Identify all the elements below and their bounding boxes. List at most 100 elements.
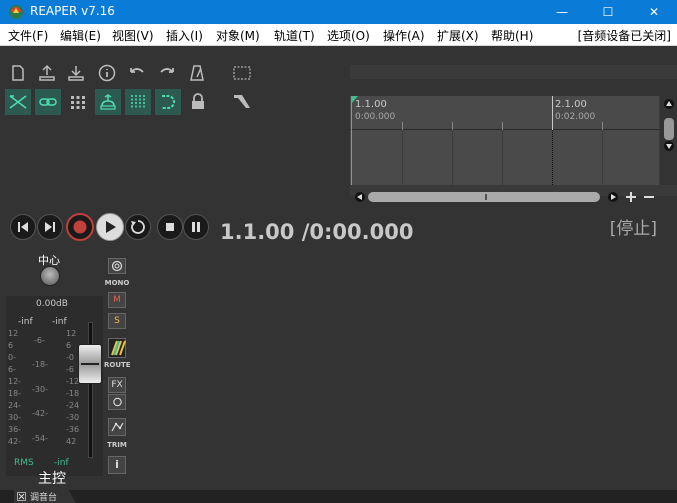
skip-back-icon bbox=[18, 222, 28, 232]
mixer-docker-tab[interactable]: 调音台 bbox=[14, 490, 76, 503]
right-peak-readout[interactable]: -inf bbox=[52, 317, 67, 327]
meter-scale: 42 bbox=[66, 437, 77, 446]
stop-icon bbox=[166, 223, 174, 231]
close-icon[interactable] bbox=[17, 492, 26, 501]
repeat-button[interactable] bbox=[125, 214, 151, 240]
docker-bar: 调音台 bbox=[0, 490, 677, 503]
meter-scale: -30- bbox=[32, 385, 48, 394]
crossfade-icon bbox=[9, 95, 27, 109]
menu-item-object[interactable]: 对象(M) bbox=[216, 27, 260, 44]
meter-scale: -6- bbox=[34, 336, 45, 345]
item-grouping-button[interactable] bbox=[35, 89, 61, 115]
pan-knob[interactable] bbox=[40, 266, 60, 286]
menu-options[interactable]: 选项(O) bbox=[327, 27, 370, 44]
new-project-button[interactable] bbox=[5, 60, 31, 86]
menu-view[interactable]: 视图(V) bbox=[112, 27, 154, 44]
redo-button[interactable] bbox=[154, 60, 180, 86]
go-to-start-button[interactable] bbox=[10, 214, 36, 240]
reaper-logo-icon bbox=[9, 5, 23, 19]
ripple-icon bbox=[100, 94, 116, 110]
meter-scale: 12 bbox=[66, 329, 77, 338]
meter-scale: 0- bbox=[8, 353, 16, 362]
menu-actions[interactable]: 操作(A) bbox=[383, 27, 425, 44]
volume-fader-track[interactable] bbox=[88, 322, 93, 458]
meter-scale: -36 bbox=[66, 425, 80, 434]
mixer-panel: 中心 0.00dB -inf -inf 12 6 0- 6- 12- 18- 2… bbox=[0, 248, 677, 490]
edit-cursor bbox=[351, 130, 352, 185]
rms-label: RMS bbox=[14, 458, 34, 468]
meter-scale: -54- bbox=[32, 434, 48, 443]
mono-icon bbox=[111, 260, 123, 272]
pause-button[interactable] bbox=[183, 214, 209, 240]
menu-file[interactable]: 文件(F) bbox=[8, 27, 48, 44]
trim-envelope-button[interactable] bbox=[108, 418, 126, 436]
solo-button[interactable]: S bbox=[108, 313, 126, 329]
rms-readout: -inf bbox=[54, 458, 69, 468]
save-project-button[interactable] bbox=[63, 60, 89, 86]
meter-scale: 6- bbox=[8, 365, 16, 374]
track-info-button[interactable]: i bbox=[108, 456, 126, 474]
open-project-button[interactable] bbox=[34, 60, 60, 86]
lock-button[interactable] bbox=[185, 89, 211, 115]
mute-button[interactable]: M bbox=[108, 292, 126, 308]
trim-behind-button[interactable] bbox=[229, 89, 255, 115]
route-button[interactable] bbox=[108, 338, 126, 358]
ripple-edit-button[interactable] bbox=[95, 89, 121, 115]
maximize-button[interactable]: ☐ bbox=[585, 0, 631, 24]
snap-grid-button[interactable] bbox=[65, 89, 91, 115]
go-to-end-button[interactable] bbox=[37, 214, 63, 240]
audio-device-status[interactable]: [音频设备已关闭] bbox=[578, 27, 671, 44]
power-icon bbox=[113, 397, 122, 407]
vertical-scrollbar[interactable] bbox=[660, 96, 677, 185]
loop-icon bbox=[162, 95, 175, 109]
envelope-points-button[interactable] bbox=[125, 89, 151, 115]
play-button[interactable] bbox=[96, 213, 124, 241]
grid-icon bbox=[71, 96, 85, 109]
menu-help[interactable]: 帮助(H) bbox=[491, 27, 533, 44]
bars-dotted-icon bbox=[131, 95, 145, 109]
left-peak-readout[interactable]: -inf bbox=[18, 317, 33, 327]
undo-button[interactable] bbox=[124, 60, 150, 86]
timeline-area[interactable]: 1.1.00 0:00.000 2.1.00 0:02.000 bbox=[350, 96, 677, 196]
timeline-ruler[interactable]: 1.1.00 0:00.000 2.1.00 0:02.000 bbox=[350, 96, 659, 130]
grid-line bbox=[602, 130, 603, 185]
undo-icon bbox=[130, 68, 144, 73]
trim-diagonal-icon bbox=[234, 95, 250, 108]
fx-button[interactable]: FX bbox=[108, 377, 126, 393]
meter-scale: 24- bbox=[8, 401, 22, 410]
grid-button[interactable] bbox=[229, 60, 255, 86]
volume-db-readout[interactable]: 0.00dB bbox=[36, 299, 68, 309]
main-toolbar bbox=[0, 47, 350, 187]
menu-bar: 文件(F) 编辑(E) 视图(V) 插入(I) 对象(M) 轨道(T) 选项(O… bbox=[0, 24, 677, 46]
auto-crossfade-button[interactable] bbox=[5, 89, 31, 115]
fx-bypass-button[interactable] bbox=[108, 394, 126, 410]
menu-insert[interactable]: 插入(I) bbox=[166, 27, 203, 44]
minimize-button[interactable]: — bbox=[539, 0, 585, 24]
fader-center-line bbox=[81, 363, 99, 365]
route-icon bbox=[111, 340, 126, 356]
grid-line bbox=[502, 130, 503, 185]
menu-extensions[interactable]: 扩展(X) bbox=[437, 27, 479, 44]
time-display[interactable]: 1.1.00 /0:00.000 bbox=[220, 220, 413, 244]
menu-edit[interactable]: 编辑(E) bbox=[60, 27, 101, 44]
mono-toggle-button[interactable] bbox=[108, 258, 126, 274]
window-title: REAPER v7.16 bbox=[30, 4, 115, 18]
record-button[interactable] bbox=[66, 213, 94, 241]
horizontal-scrollbar[interactable] bbox=[350, 190, 677, 204]
loop-points-button[interactable] bbox=[155, 89, 181, 115]
track-lane-area[interactable] bbox=[350, 130, 659, 185]
download-icon bbox=[68, 66, 84, 81]
meter-scale: 30- bbox=[8, 413, 22, 422]
reaper-window: REAPER v7.16 — ☐ ✕ 文件(F) 编辑(E) 视图(V) 插入(… bbox=[0, 0, 677, 503]
grid-line bbox=[452, 130, 453, 185]
project-settings-button[interactable] bbox=[94, 60, 120, 86]
metronome-button[interactable] bbox=[184, 60, 210, 86]
mono-label: MONO bbox=[104, 279, 130, 287]
volume-fader-handle[interactable] bbox=[78, 344, 102, 384]
menu-track[interactable]: 轨道(T) bbox=[274, 27, 315, 44]
route-label: ROUTE bbox=[104, 361, 131, 369]
meter-scale: 42- bbox=[8, 437, 22, 446]
vertical-scroll-controls bbox=[664, 99, 674, 151]
stop-button[interactable] bbox=[157, 214, 183, 240]
close-button[interactable]: ✕ bbox=[631, 0, 677, 24]
